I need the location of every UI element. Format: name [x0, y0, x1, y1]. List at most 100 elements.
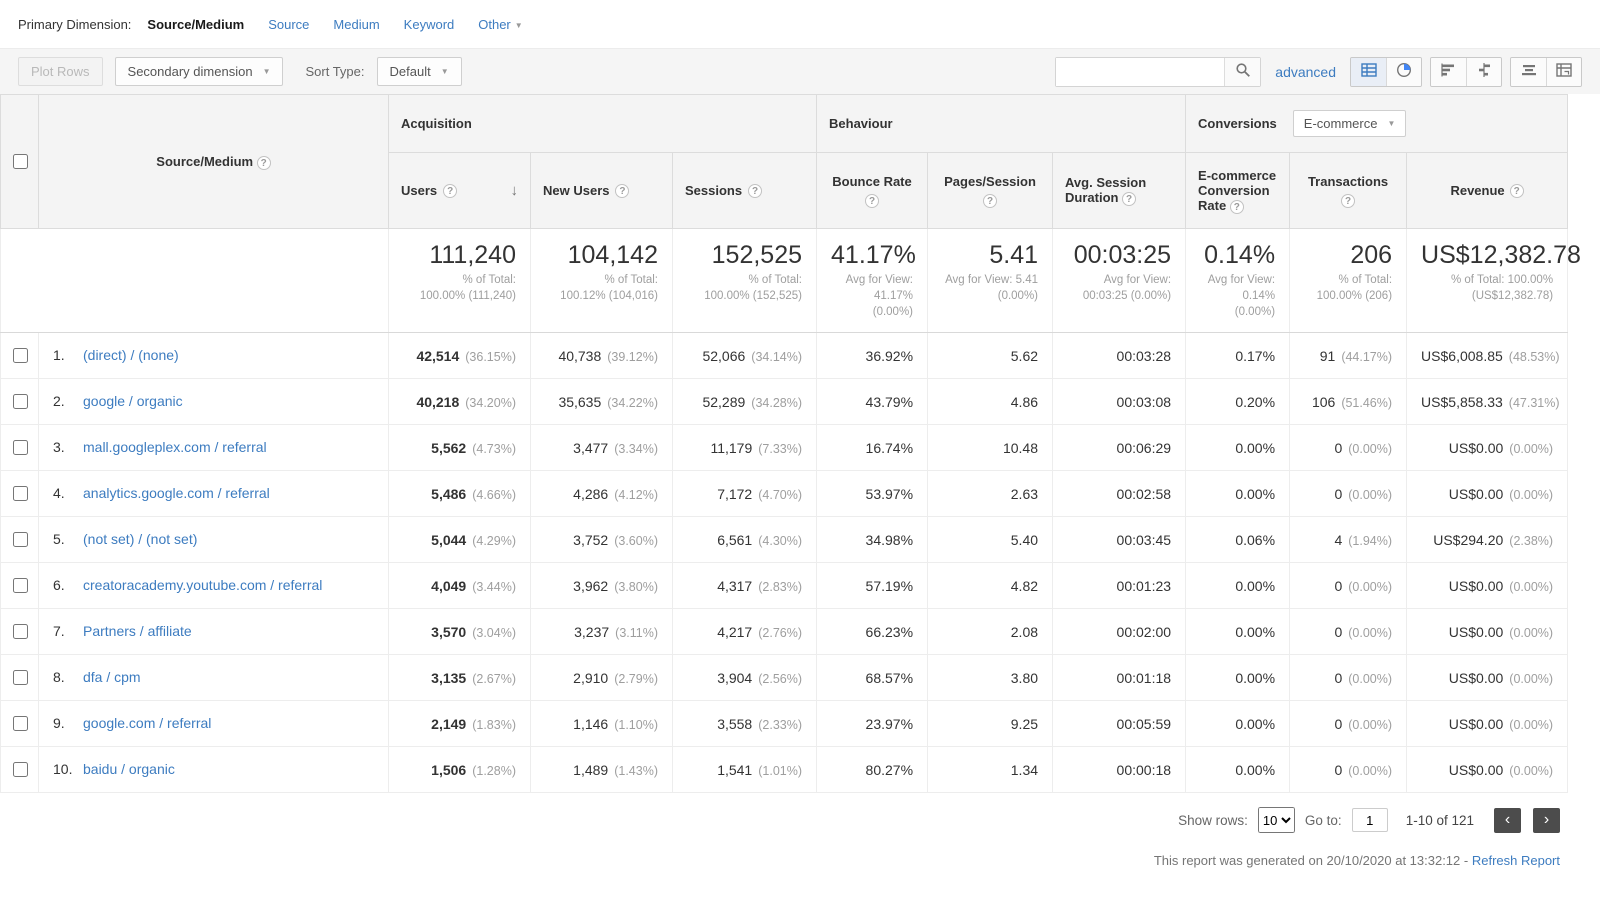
- help-icon[interactable]: ?: [865, 193, 880, 208]
- sessions-cell: 3,558 (2.33%): [671, 700, 818, 747]
- conversions-label: Conversions: [1198, 116, 1277, 131]
- avg-session-duration-cell: 00:02:58: [1052, 470, 1187, 517]
- plot-rows-button[interactable]: Plot Rows: [18, 57, 103, 86]
- summary-bounce-rate: 41.17% Avg for View: 41.17% (0.00%): [816, 228, 929, 333]
- summary-avg-session-duration: 00:03:25 Avg for View: 00:03:25 (0.00%): [1052, 228, 1187, 333]
- row-checkbox[interactable]: [12, 578, 28, 593]
- ecommerce-conversion-rate-cell: 0.00%: [1185, 424, 1291, 471]
- row-checkbox[interactable]: [12, 348, 28, 363]
- source-medium-link[interactable]: dfa / cpm: [83, 668, 141, 687]
- row-checkbox[interactable]: [12, 670, 28, 685]
- row-checkbox[interactable]: [12, 440, 28, 455]
- help-icon[interactable]: ?: [256, 155, 271, 170]
- table-row: 1. (direct) / (none) 42,514 (36.15%) 40,7…: [0, 332, 1569, 379]
- summary-new-users: 104,142% of Total: 100.12% (104,016): [530, 228, 673, 333]
- column-header-revenue[interactable]: Revenue?: [1406, 152, 1569, 229]
- column-header-ecommerce-conversion-rate[interactable]: E-commerce Conversion Rate ?: [1185, 152, 1291, 229]
- performance-view-button[interactable]: [1431, 57, 1466, 86]
- show-rows-select[interactable]: 10: [1257, 807, 1295, 833]
- column-header-pages-session[interactable]: Pages/Session?: [927, 152, 1054, 229]
- tab-medium[interactable]: Medium: [333, 17, 379, 32]
- users-cell: 42,514 (36.15%): [388, 332, 531, 379]
- prev-page-button[interactable]: ‹: [1494, 807, 1521, 833]
- avg-session-duration-cell: 00:05:59: [1052, 700, 1187, 747]
- row-checkbox[interactable]: [12, 762, 28, 777]
- column-header-new-users[interactable]: New Users?: [530, 152, 673, 229]
- source-medium-link[interactable]: baidu / organic: [83, 760, 175, 779]
- column-header-bounce-rate[interactable]: Bounce Rate?: [816, 152, 929, 229]
- summary-users: 111,240% of Total: 100.00% (111,240): [388, 228, 531, 333]
- summary-pages-session: 5.41 Avg for View: 5.41 (0.00%): [927, 228, 1054, 333]
- advanced-link[interactable]: advanced: [1275, 64, 1336, 80]
- source-medium-link[interactable]: (not set) / (not set): [83, 530, 197, 549]
- search-button[interactable]: [1224, 57, 1261, 86]
- transactions-cell: 0 (0.00%): [1289, 608, 1408, 655]
- sessions-cell: 4,217 (2.76%): [671, 608, 818, 655]
- pages-session-cell: 5.62: [927, 332, 1054, 379]
- tab-other[interactable]: Other ▼: [478, 17, 522, 32]
- help-icon[interactable]: ?: [443, 183, 458, 198]
- ecommerce-conversion-rate-cell: 0.00%: [1185, 562, 1291, 609]
- tab-keyword[interactable]: Keyword: [404, 17, 455, 32]
- report-generated-text: This report was generated on 20/10/2020 …: [1153, 853, 1469, 868]
- source-medium-link[interactable]: Partners / affiliate: [83, 622, 192, 641]
- tab-source[interactable]: Source: [268, 17, 309, 32]
- source-medium-link[interactable]: google / organic: [83, 392, 183, 411]
- help-icon[interactable]: ?: [1509, 183, 1524, 198]
- refresh-report-link[interactable]: Refresh Report: [1472, 853, 1560, 868]
- column-header-sessions[interactable]: Sessions?: [671, 152, 818, 229]
- column-header-users[interactable]: Users ? ↓: [388, 152, 531, 229]
- sort-descending-icon: ↓: [510, 182, 519, 199]
- ecommerce-conversion-rate-cell: 0.20%: [1185, 378, 1291, 425]
- new-users-cell: 40,738 (39.12%): [530, 332, 673, 379]
- table-row: 4. analytics.google.com / referral 5,486…: [0, 470, 1569, 517]
- sort-type-dropdown[interactable]: Default ▼: [376, 57, 462, 86]
- avg-session-duration-cell: 00:03:45: [1052, 516, 1187, 563]
- show-rows-label: Show rows:: [1178, 812, 1248, 828]
- source-medium-link[interactable]: creatoracademy.youtube.com / referral: [83, 576, 322, 595]
- percentage-view-button[interactable]: [1386, 57, 1421, 86]
- source-medium-link[interactable]: mall.googleplex.com / referral: [83, 438, 267, 457]
- search-input[interactable]: [1056, 57, 1225, 86]
- table-row: 6. creatoracademy.youtube.com / referral…: [0, 562, 1569, 609]
- help-icon[interactable]: ?: [1122, 192, 1137, 206]
- bounce-rate-cell: 80.27%: [816, 746, 929, 793]
- transactions-cell: 4 (1.94%): [1289, 516, 1408, 563]
- help-icon[interactable]: ?: [983, 193, 998, 208]
- tab-source-medium[interactable]: Source/Medium: [147, 17, 244, 32]
- next-page-button[interactable]: ›: [1533, 807, 1560, 833]
- help-icon[interactable]: ?: [615, 183, 630, 198]
- source-medium-link[interactable]: google.com / referral: [83, 714, 211, 733]
- pages-session-cell: 4.82: [927, 562, 1054, 609]
- table-row: 8. dfa / cpm 3,135 (2.67%) 2,910 (2.79%) 3…: [0, 654, 1569, 701]
- goto-page-input[interactable]: [1351, 808, 1388, 832]
- row-checkbox[interactable]: [12, 624, 28, 639]
- ecommerce-conversion-rate-cell: 0.00%: [1185, 746, 1291, 793]
- data-view-button[interactable]: [1351, 57, 1386, 86]
- column-header-transactions[interactable]: Transactions?: [1289, 152, 1408, 229]
- help-icon[interactable]: ?: [748, 183, 763, 198]
- select-all-checkbox[interactable]: [12, 154, 28, 169]
- chevron-down-icon: ▼: [262, 67, 271, 76]
- help-icon[interactable]: ?: [1229, 199, 1244, 214]
- term-cloud-view-button[interactable]: [1511, 57, 1546, 86]
- pivot-view-button[interactable]: [1546, 57, 1581, 86]
- revenue-cell: US$0.00 (0.00%): [1406, 470, 1569, 517]
- sessions-cell: 3,904 (2.56%): [671, 654, 818, 701]
- pages-session-cell: 5.40: [927, 516, 1054, 563]
- help-icon[interactable]: ?: [1341, 193, 1356, 208]
- source-medium-column-header[interactable]: Source/Medium ?: [38, 94, 389, 229]
- transactions-cell: 0 (0.00%): [1289, 470, 1408, 517]
- row-checkbox[interactable]: [12, 716, 28, 731]
- column-header-avg-session-duration[interactable]: Avg. Session Duration ?: [1052, 152, 1187, 229]
- toolbar: Plot Rows Secondary dimension ▼ Sort Typ…: [0, 48, 1600, 94]
- row-checkbox[interactable]: [12, 532, 28, 547]
- source-medium-link[interactable]: (direct) / (none): [83, 346, 179, 365]
- source-medium-link[interactable]: analytics.google.com / referral: [83, 484, 270, 503]
- row-checkbox[interactable]: [12, 486, 28, 501]
- tab-other-label: Other: [478, 16, 511, 32]
- conversions-goal-selector[interactable]: E-commerce ▼: [1292, 110, 1407, 137]
- secondary-dimension-dropdown[interactable]: Secondary dimension ▼: [114, 57, 284, 86]
- comparison-view-button[interactable]: [1466, 57, 1501, 86]
- row-checkbox[interactable]: [12, 394, 28, 409]
